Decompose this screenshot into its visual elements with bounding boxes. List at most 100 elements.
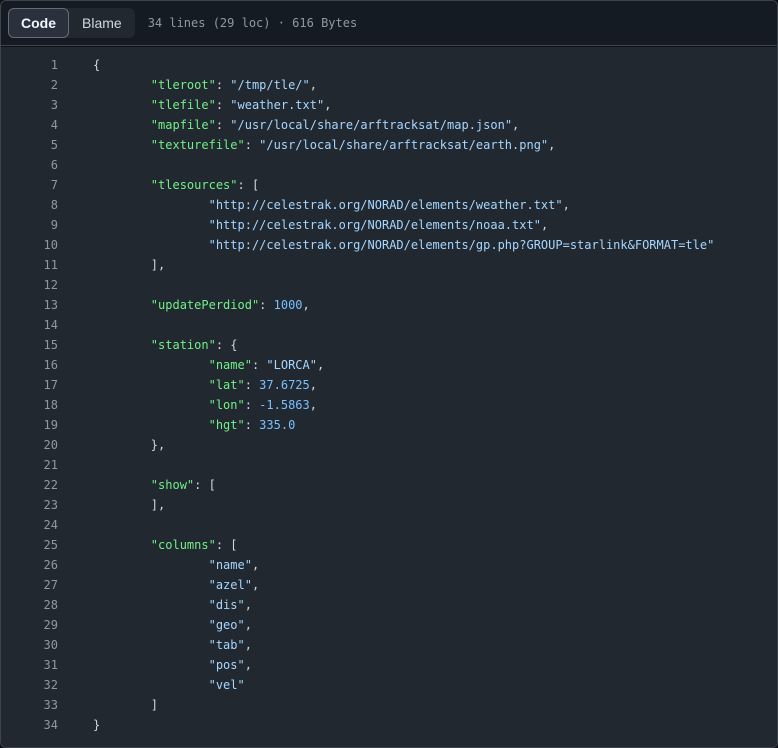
json-punctuation — [93, 638, 209, 652]
code-line: 31 "pos", — [1, 655, 777, 675]
json-string: "weather.txt" — [230, 98, 325, 112]
code-line: 4 "mapfile": "/usr/local/share/arftracks… — [1, 115, 777, 135]
code-line: 24 — [1, 515, 777, 535]
json-punctuation: , — [244, 638, 252, 652]
line-content: { — [58, 55, 100, 75]
line-number[interactable]: 32 — [1, 675, 58, 695]
code-line: 1{ — [1, 55, 777, 75]
code-line: 9 "http://celestrak.org/NORAD/elements/n… — [1, 215, 777, 235]
line-number[interactable]: 26 — [1, 555, 58, 575]
line-content: "geo", — [58, 615, 252, 635]
line-content: } — [58, 715, 100, 735]
line-number[interactable]: 11 — [1, 255, 58, 275]
line-number[interactable]: 9 — [1, 215, 58, 235]
line-number[interactable]: 4 — [1, 115, 58, 135]
line-content: "lat": 37.6725, — [58, 375, 317, 395]
line-number[interactable]: 1 — [1, 55, 58, 75]
line-number[interactable]: 29 — [1, 615, 58, 635]
json-punctuation: , — [324, 98, 332, 112]
json-punctuation: : — [244, 138, 260, 152]
json-key: "tlefile" — [150, 98, 216, 112]
json-string: "azel" — [208, 578, 252, 592]
line-number[interactable]: 34 — [1, 715, 58, 735]
code-line: 25 "columns": [ — [1, 535, 777, 555]
code-tab[interactable]: Code — [8, 8, 69, 38]
code-line: 2 "tleroot": "/tmp/tle/", — [1, 75, 777, 95]
json-punctuation: : — [244, 398, 260, 412]
code-line: 34} — [1, 715, 777, 735]
json-string: "geo" — [208, 618, 245, 632]
line-number[interactable]: 17 — [1, 375, 58, 395]
line-number[interactable]: 25 — [1, 535, 58, 555]
line-number[interactable]: 33 — [1, 695, 58, 715]
line-number[interactable]: 19 — [1, 415, 58, 435]
json-string: "vel" — [208, 678, 245, 692]
json-punctuation: : [ — [237, 178, 260, 192]
line-number[interactable]: 24 — [1, 515, 58, 535]
line-number[interactable]: 27 — [1, 575, 58, 595]
json-punctuation — [93, 338, 151, 352]
line-number[interactable]: 2 — [1, 75, 58, 95]
json-punctuation — [93, 398, 209, 412]
json-punctuation — [93, 538, 151, 552]
line-number[interactable]: 6 — [1, 155, 58, 175]
json-punctuation: , — [309, 378, 317, 392]
blame-tab[interactable]: Blame — [69, 8, 135, 38]
json-punctuation — [93, 418, 209, 432]
json-punctuation — [93, 118, 151, 132]
json-punctuation — [93, 678, 209, 692]
line-number[interactable]: 20 — [1, 435, 58, 455]
json-punctuation: } — [93, 718, 101, 732]
line-number[interactable]: 18 — [1, 395, 58, 415]
line-number[interactable]: 30 — [1, 635, 58, 655]
line-number[interactable]: 21 — [1, 455, 58, 475]
line-number[interactable]: 8 — [1, 195, 58, 215]
json-string: "dis" — [208, 598, 245, 612]
code-line: 17 "lat": 37.6725, — [1, 375, 777, 395]
line-number[interactable]: 31 — [1, 655, 58, 675]
json-string: "/usr/local/share/arftracksat/map.json" — [230, 118, 513, 132]
code-view[interactable]: 1{2 "tleroot": "/tmp/tle/", 3 "tlefile": … — [1, 47, 777, 747]
code-line: 5 "texturefile": "/usr/local/share/arftr… — [1, 135, 777, 155]
line-number[interactable]: 15 — [1, 335, 58, 355]
json-punctuation: , — [244, 658, 252, 672]
line-content: "http://celestrak.org/NORAD/elements/wea… — [58, 195, 570, 215]
json-punctuation — [93, 598, 209, 612]
line-number[interactable]: 7 — [1, 175, 58, 195]
line-number[interactable]: 10 — [1, 235, 58, 255]
line-content: "station": { — [58, 335, 238, 355]
line-content: "hgt": 335.0 — [58, 415, 296, 435]
json-punctuation — [93, 138, 151, 152]
line-number[interactable]: 3 — [1, 95, 58, 115]
line-number[interactable]: 12 — [1, 275, 58, 295]
line-content: "lon": -1.5863, — [58, 395, 317, 415]
json-punctuation — [93, 238, 209, 252]
line-number[interactable]: 16 — [1, 355, 58, 375]
json-key: "hgt" — [208, 418, 245, 432]
json-punctuation: { — [93, 58, 101, 72]
code-line: 27 "azel", — [1, 575, 777, 595]
json-punctuation — [93, 558, 209, 572]
json-punctuation — [93, 198, 209, 212]
code-line: 3 "tlefile": "weather.txt", — [1, 95, 777, 115]
line-content: "name": "LORCA", — [58, 355, 325, 375]
line-number[interactable]: 13 — [1, 295, 58, 315]
json-punctuation: , — [309, 398, 317, 412]
json-punctuation — [93, 618, 209, 632]
line-number[interactable]: 23 — [1, 495, 58, 515]
json-punctuation: : — [215, 78, 231, 92]
json-punctuation: , — [540, 218, 549, 232]
json-string: "/usr/local/share/arftracksat/earth.png" — [259, 138, 549, 152]
code-line: 16 "name": "LORCA", — [1, 355, 777, 375]
view-mode-switch: Code Blame — [8, 8, 135, 38]
code-line: 26 "name", — [1, 555, 777, 575]
line-number[interactable]: 5 — [1, 135, 58, 155]
line-content: "tlesources": [ — [58, 175, 259, 195]
file-meta: 34 lines (29 loc) · 616 Bytes — [147, 16, 358, 30]
line-number[interactable]: 28 — [1, 595, 58, 615]
json-key: "tleroot" — [150, 78, 216, 92]
json-punctuation: : { — [215, 338, 238, 352]
line-number[interactable]: 22 — [1, 475, 58, 495]
line-number[interactable]: 14 — [1, 315, 58, 335]
line-content: ] — [58, 695, 158, 715]
